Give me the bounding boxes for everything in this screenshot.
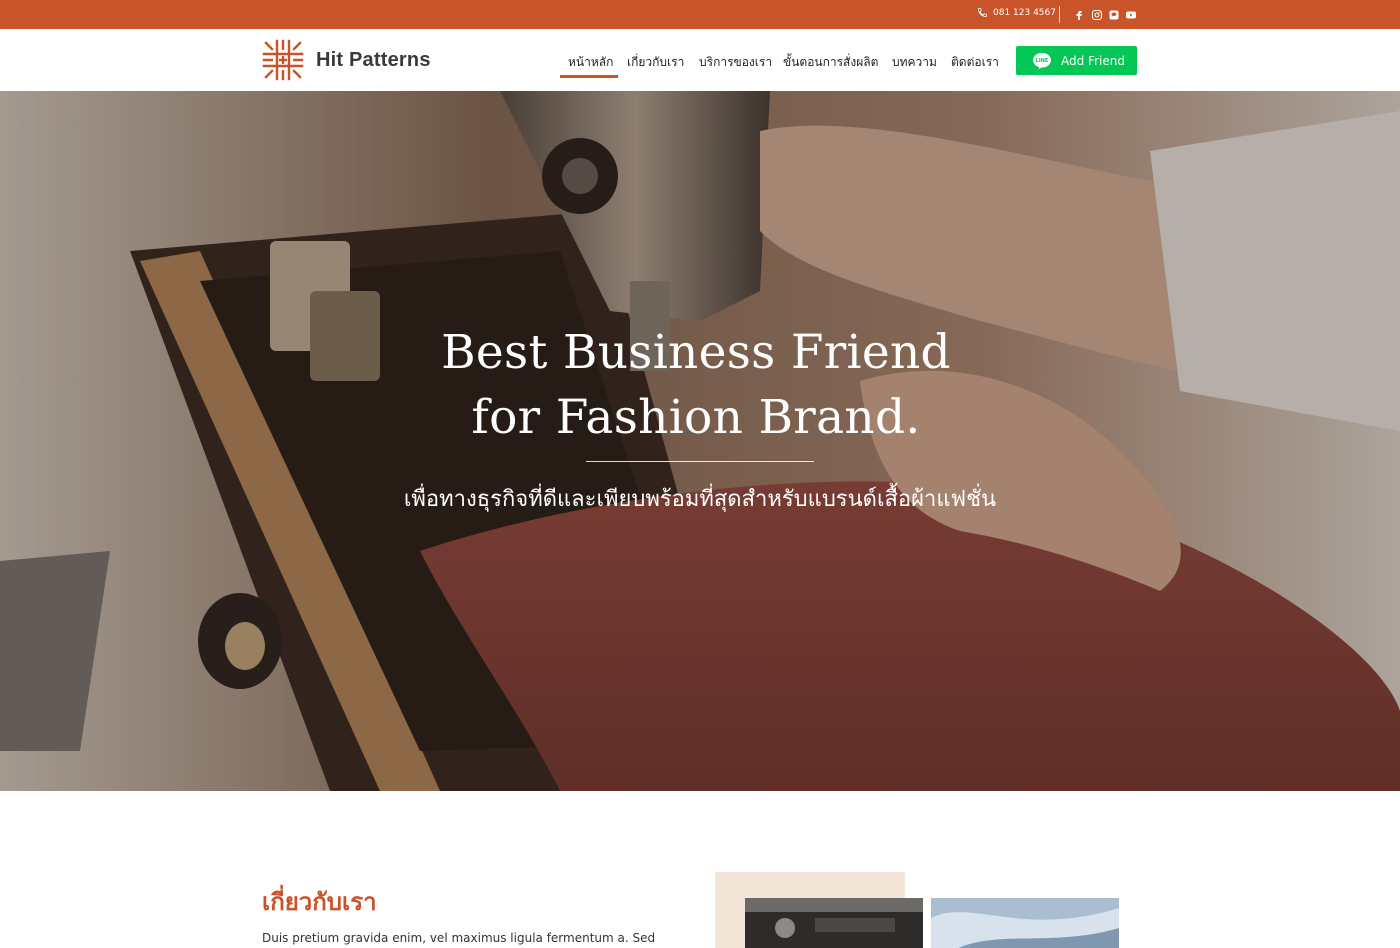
phone-icon: [977, 7, 988, 18]
nav-item-articles[interactable]: บทความ: [892, 53, 937, 72]
about-image-typewriter: [745, 898, 923, 948]
hero-title: Best Business Friend for Fashion Brand.: [0, 320, 1392, 450]
top-bar: 081 123 4567: [0, 0, 1400, 29]
hero-banner: Best Business Friend for Fashion Brand. …: [0, 91, 1400, 791]
youtube-icon[interactable]: [1124, 8, 1137, 21]
nav-item-contact[interactable]: ติดต่อเรา: [951, 53, 999, 72]
instagram-icon[interactable]: [1090, 8, 1103, 21]
svg-text:LINE: LINE: [1036, 58, 1048, 64]
facebook-icon[interactable]: [1072, 8, 1085, 21]
hero-title-line-2: for Fashion Brand.: [471, 390, 921, 445]
hero-divider: [586, 461, 814, 462]
hero-title-line-1: Best Business Friend: [441, 325, 951, 380]
nav-active-indicator: [560, 75, 618, 78]
line-icon[interactable]: [1107, 8, 1120, 21]
phone-number[interactable]: 081 123 4567: [993, 8, 1056, 18]
brand-name[interactable]: Hit Patterns: [316, 49, 431, 72]
about-section-text: Duis pretium gravida enim, vel maximus l…: [262, 931, 656, 945]
nav-item-services[interactable]: บริการของเรา: [699, 53, 772, 72]
nav-item-order-process[interactable]: ขั้นตอนการสั่งผลิต: [783, 53, 878, 72]
add-friend-button[interactable]: LINE Add Friend: [1016, 46, 1137, 75]
nav-item-about[interactable]: เกี่ยวกับเรา: [627, 53, 684, 72]
about-section-title: เกี่ยวกับเรา: [262, 888, 377, 916]
line-icon: LINE: [1033, 52, 1051, 69]
brand-logo-icon[interactable]: [262, 39, 304, 81]
main-header: Hit Patterns หน้าหลัก เกี่ยวกับเรา บริกา…: [0, 29, 1400, 91]
about-image-fabric: [931, 898, 1119, 948]
add-friend-label: Add Friend: [1061, 53, 1125, 68]
topbar-divider: [1059, 6, 1060, 23]
hero-subtitle: เพื่อทางธุรกิจที่ดีและเพียบพร้อมที่สุดสำ…: [403, 487, 997, 512]
nav-item-home[interactable]: หน้าหลัก: [568, 53, 613, 72]
phone-contact[interactable]: 081 123 4567: [977, 7, 1056, 18]
